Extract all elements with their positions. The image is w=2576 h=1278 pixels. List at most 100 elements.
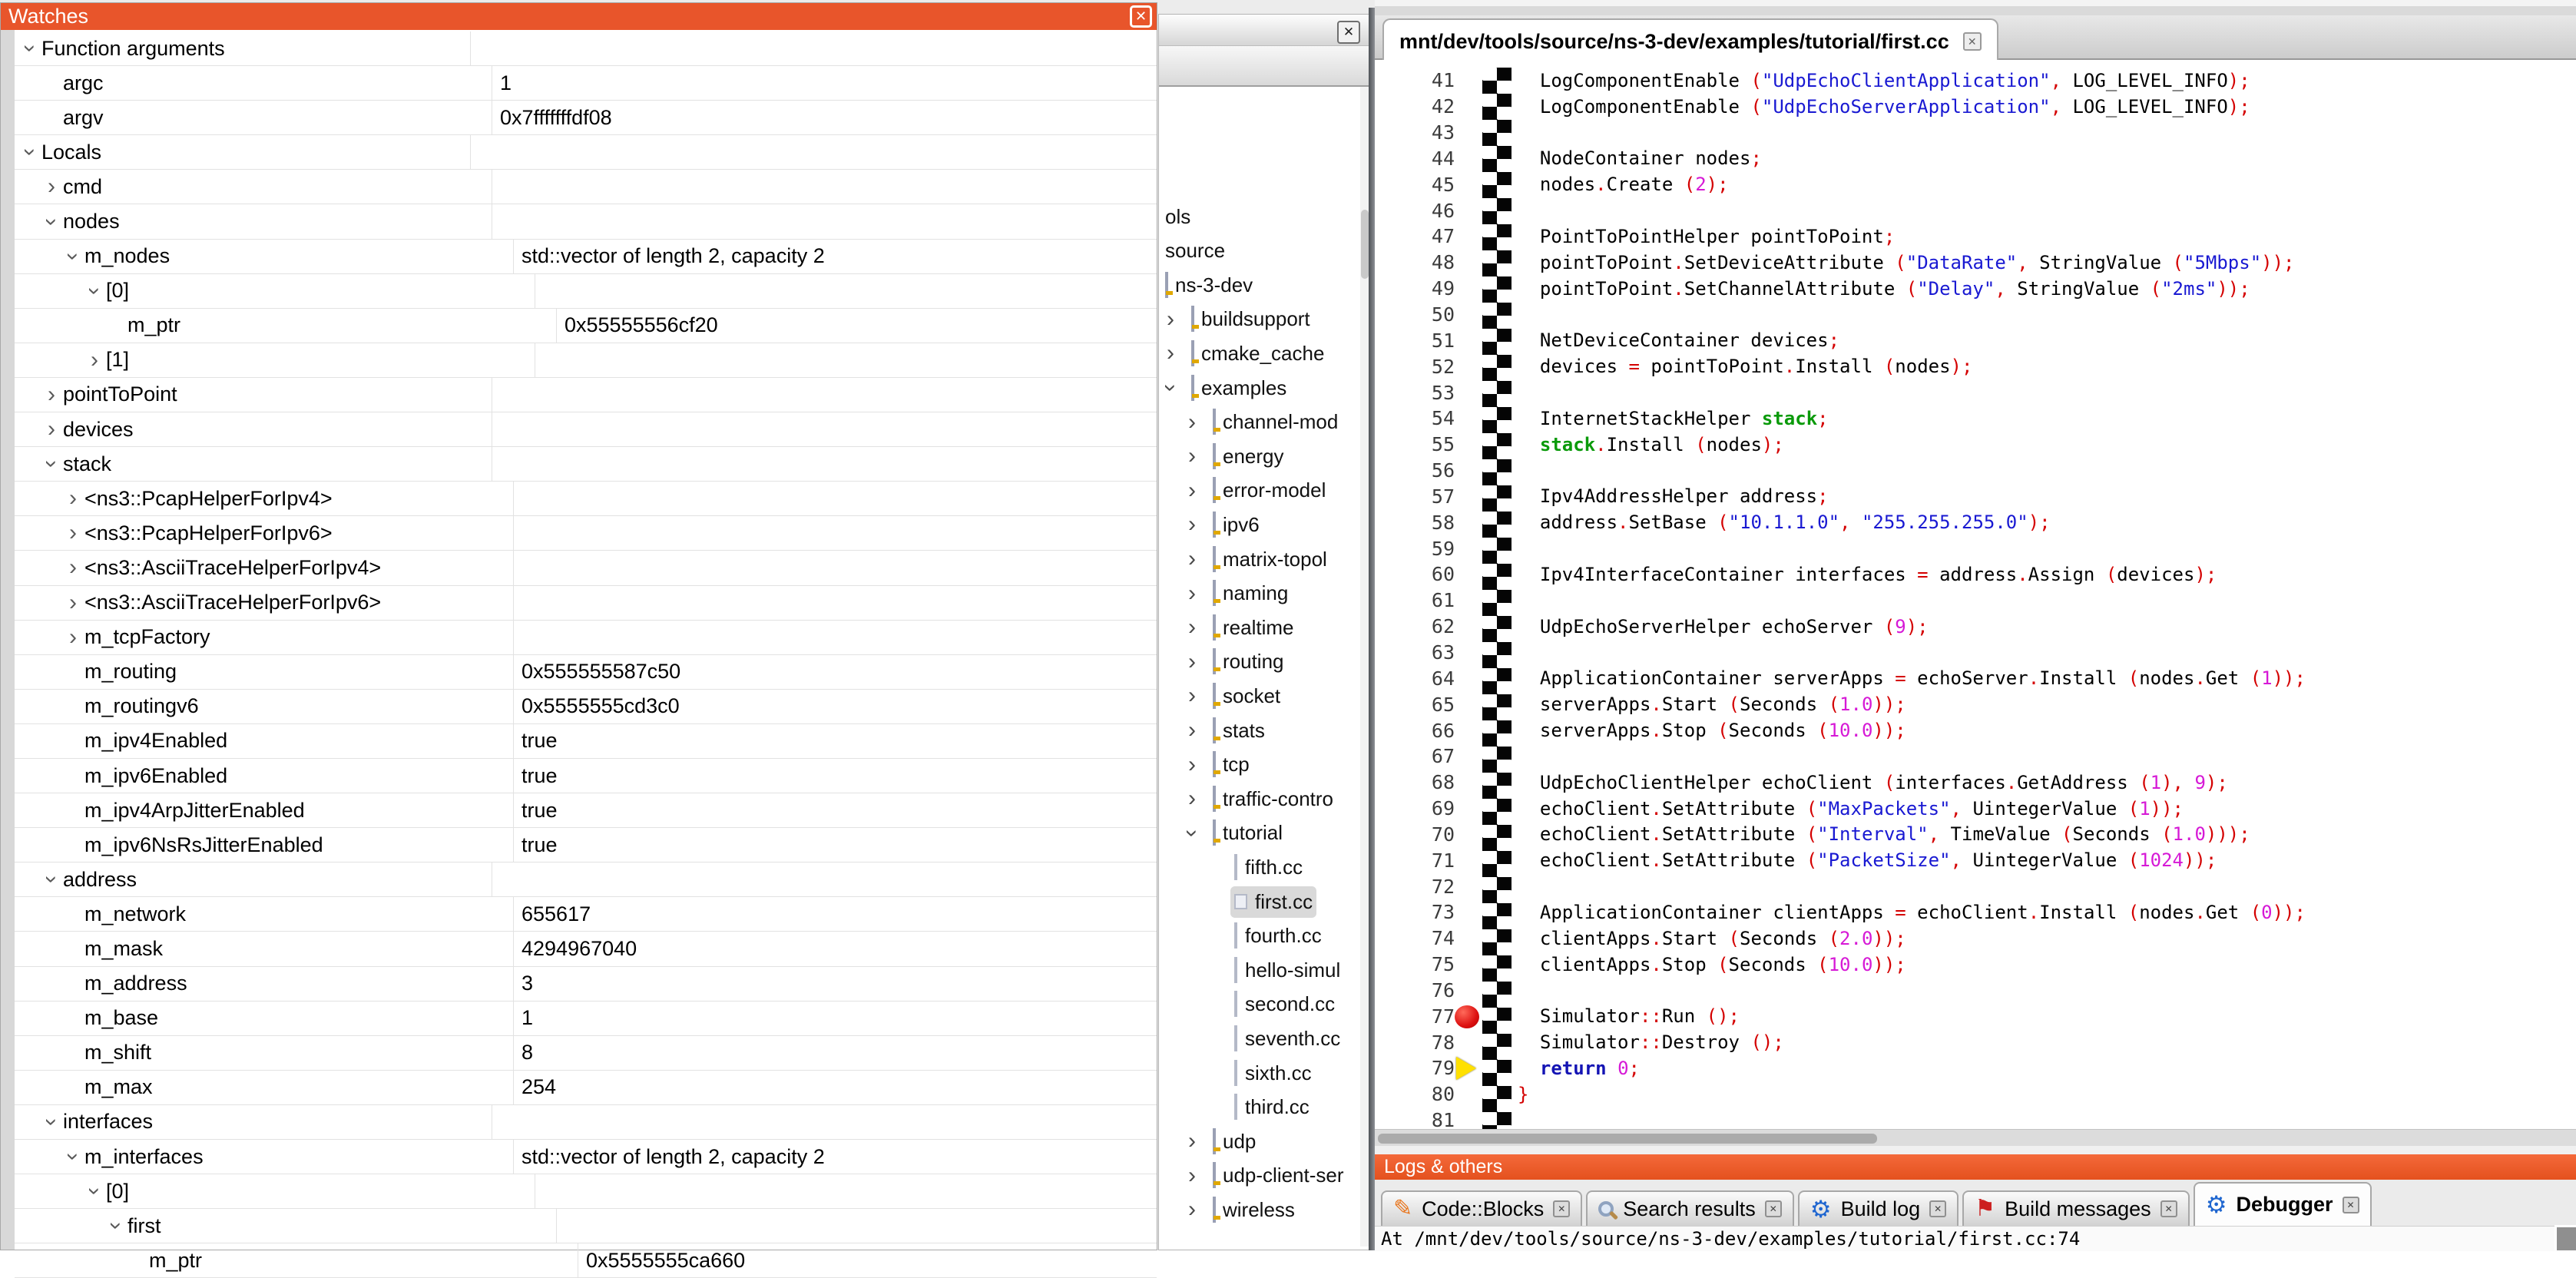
chevron-expanded-icon[interactable]: › [42,1113,61,1131]
close-icon[interactable]: ✕ [1963,32,1982,51]
line-number[interactable]: 71 [1375,849,1455,872]
tree-item-second-cc[interactable]: second.cc [1159,988,1360,1021]
chevron-collapsed-icon[interactable]: › [1182,1164,1202,1187]
tree-item-stats[interactable]: ›stats [1159,713,1360,747]
chevron-collapsed-icon[interactable]: › [42,386,61,404]
resize-grip[interactable] [2554,1225,2576,1250]
chevron-collapsed-icon[interactable]: › [1161,308,1180,331]
tree-item-fourth-cc[interactable]: fourth.cc [1159,919,1360,953]
logs-tab-build-log[interactable]: ⚙Build log✕ [1798,1190,1958,1226]
watch-row[interactable]: ›m_nodesstd::vector of length 2, capacit… [15,240,1157,274]
watch-row[interactable]: ›interfaces [15,1105,1157,1140]
line-number[interactable]: 81 [1375,1109,1455,1129]
tree-item-udp-client-ser[interactable]: ›udp-client-ser [1159,1159,1360,1193]
line-number[interactable]: 43 [1375,121,1455,144]
line-number[interactable]: 69 [1375,797,1455,819]
watch-row[interactable]: ›Function arguments [15,31,1157,66]
watch-row[interactable]: ›nodes [15,204,1157,239]
chevron-collapsed-icon[interactable]: › [1182,684,1202,707]
editor-horizontal-scrollbar[interactable] [1375,1129,2576,1147]
watch-row[interactable]: ›m_ipv4ArpJitterEnabledtrue [15,793,1157,828]
line-number[interactable]: 58 [1375,512,1455,534]
line-number[interactable]: 62 [1375,615,1455,637]
watch-row[interactable]: ›devices [15,412,1157,447]
chevron-collapsed-icon[interactable]: › [64,489,82,508]
chevron-collapsed-icon[interactable]: › [64,558,82,577]
tree-item-tcp[interactable]: ›tcp [1159,748,1360,782]
chevron-collapsed-icon[interactable]: › [42,177,61,196]
tree-item-realtime[interactable]: ›realtime [1159,611,1360,644]
scrollbar-thumb[interactable] [1378,1134,1877,1144]
tree-item-ols[interactable]: ols [1159,200,1360,233]
logs-tab-debugger[interactable]: ⚙Debugger✕ [2194,1182,2372,1226]
tree-item-first-cc[interactable]: first.cc [1159,885,1360,919]
chevron-collapsed-icon[interactable]: › [1182,513,1202,536]
tree-item-buildsupport[interactable]: ›buildsupport [1159,303,1360,336]
close-icon[interactable]: ✕ [1553,1200,1570,1217]
chevron-collapsed-icon[interactable]: › [64,524,82,542]
chevron-collapsed-icon[interactable]: › [64,628,82,647]
chevron-collapsed-icon[interactable]: › [1182,719,1202,742]
tree-item-routing[interactable]: ›routing [1159,645,1360,679]
tree-item-third-cc[interactable]: third.cc [1159,1091,1360,1124]
line-number[interactable]: 77 [1375,1005,1455,1028]
line-number[interactable]: 44 [1375,147,1455,170]
chevron-expanded-icon[interactable]: › [85,1182,104,1200]
line-number[interactable]: 75 [1375,953,1455,975]
watch-row[interactable]: ›m_interfacesstd::vector of length 2, ca… [15,1140,1157,1174]
chevron-collapsed-icon[interactable]: › [1182,651,1202,674]
watch-row[interactable]: ›pointToPoint [15,378,1157,412]
line-number[interactable]: 45 [1375,174,1455,196]
chevron-expanded-icon[interactable]: › [107,1217,125,1235]
chevron-expanded-icon[interactable]: › [1180,823,1204,843]
line-number[interactable]: 47 [1375,225,1455,247]
chevron-collapsed-icon[interactable]: › [1182,616,1202,639]
tree-item-source[interactable]: source [1159,234,1360,268]
close-icon[interactable]: ✕ [2160,1200,2177,1217]
chevron-expanded-icon[interactable]: › [42,455,61,473]
close-icon[interactable]: ✕ [1929,1200,1946,1217]
tree-item-naming[interactable]: ›naming [1159,577,1360,611]
line-number[interactable]: 41 [1375,69,1455,91]
watch-row[interactable]: ›<ns3::AsciiTraceHelperForIpv6> [15,586,1157,621]
logs-tab-search-results[interactable]: Search results✕ [1586,1190,1794,1226]
panel-splitter[interactable] [1369,8,1375,1250]
watches-titlebar[interactable]: Watches ✕ [1,3,1157,30]
line-number[interactable]: 42 [1375,95,1455,118]
line-number[interactable]: 53 [1375,382,1455,404]
watch-row[interactable]: ›<ns3::PcapHelperForIpv4> [15,482,1157,516]
line-number[interactable]: 46 [1375,200,1455,222]
chevron-collapsed-icon[interactable]: › [1182,479,1202,502]
line-number[interactable]: 73 [1375,901,1455,923]
chevron-collapsed-icon[interactable]: › [1182,548,1202,571]
chevron-collapsed-icon[interactable]: › [1182,787,1202,810]
watch-row[interactable]: ›m_mask4294967040 [15,932,1157,966]
scrollbar-thumb[interactable] [1361,210,1369,279]
tree-item-socket[interactable]: ›socket [1159,679,1360,713]
watch-row[interactable]: ›address [15,862,1157,897]
chevron-expanded-icon[interactable]: › [42,870,61,889]
watch-row[interactable]: ›m_address3 [15,967,1157,1002]
close-icon[interactable]: ✕ [1130,5,1152,28]
tree-item-hello-simul[interactable]: hello-simul [1159,953,1360,987]
chevron-collapsed-icon[interactable]: › [42,420,61,439]
close-icon[interactable]: ✕ [1765,1200,1782,1217]
watch-row[interactable]: ›<ns3::PcapHelperForIpv6> [15,516,1157,551]
watch-row[interactable]: ›stack [15,447,1157,482]
watch-row[interactable]: ›m_shift8 [15,1036,1157,1071]
watch-row[interactable]: ›m_routing0x555555587c50 [15,655,1157,690]
tree-item-matrix-topol[interactable]: ›matrix-topol [1159,542,1360,576]
line-number[interactable]: 60 [1375,563,1455,585]
watch-row[interactable]: ›[0] [15,1174,1157,1209]
tree-item-traffic-contro[interactable]: ›traffic-contro [1159,782,1360,816]
watch-row[interactable]: ›cmd [15,170,1157,204]
tree-item-error-model[interactable]: ›error-model [1159,474,1360,508]
line-number[interactable]: 52 [1375,356,1455,378]
watch-row[interactable]: ›argc1 [15,66,1157,101]
watch-row[interactable]: ›m_ipv4Enabledtrue [15,724,1157,759]
tree-item-tutorial[interactable]: ›tutorial [1159,816,1360,850]
watch-row[interactable]: ›m_max254 [15,1071,1157,1105]
line-number[interactable]: 59 [1375,538,1455,560]
tree-item-seventh-cc[interactable]: seventh.cc [1159,1021,1360,1055]
line-number[interactable]: 54 [1375,407,1455,429]
